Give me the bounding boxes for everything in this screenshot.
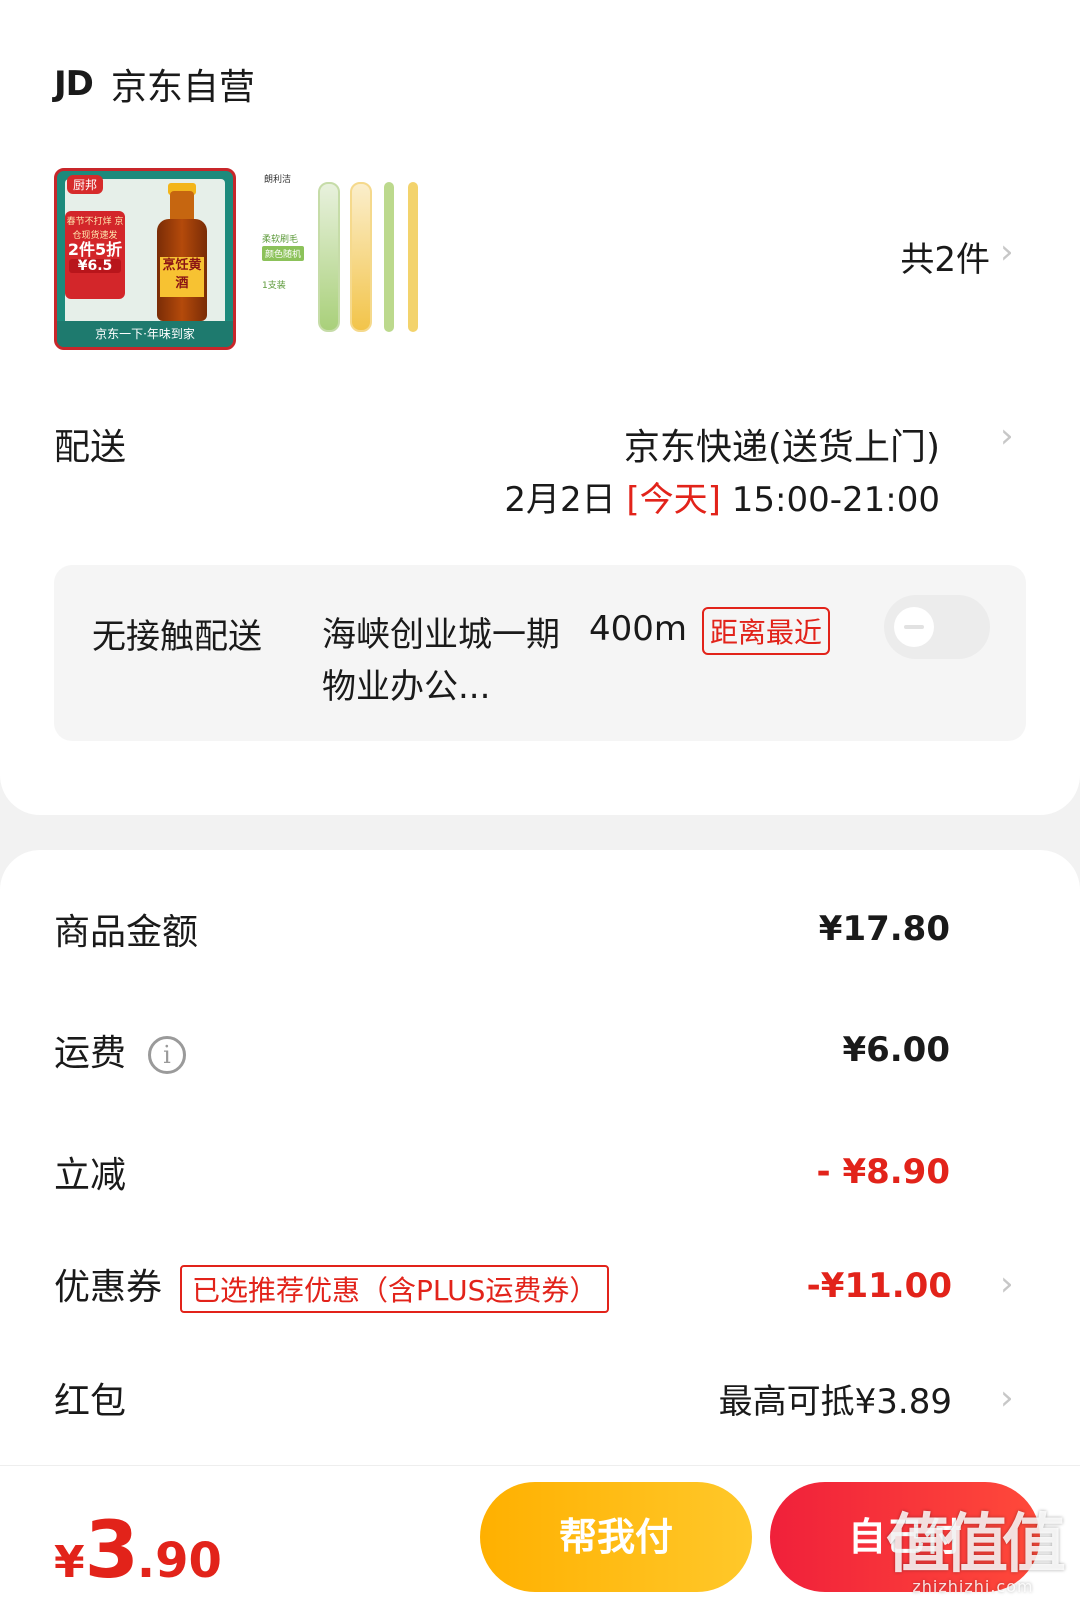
instant-discount-row: 立减 - ¥8.90 [54, 1146, 950, 1198]
product-thumbnail-toothbrush[interactable]: 朗利洁 柔软刷毛 颜色随机 1支装 [262, 168, 444, 350]
info-icon[interactable]: i [148, 1036, 187, 1074]
chevron-right-icon[interactable]: › [1000, 232, 1014, 272]
delivery-label: 配送 [54, 427, 127, 468]
delivery-date: 2月2日 [504, 480, 616, 520]
toothbrush-yellow [408, 182, 418, 332]
bottle-label: 烹饪黄酒 [160, 257, 204, 297]
total-currency: ¥ [54, 1537, 85, 1588]
promo-tag: 春节不打烊 京仓现货速发 2件5折 ¥6.5 [65, 211, 125, 299]
toothbrush-green [384, 182, 394, 332]
nearest-badge: 距离最近 [702, 607, 831, 655]
coupon-label-group: 优惠券 已选推荐优惠（含PLUS运费券） [54, 1258, 610, 1313]
toothbrush-feature: 柔软刷毛 [262, 235, 299, 245]
toothbrush-count: 1支装 [262, 281, 286, 291]
chevron-right-icon[interactable]: › [1000, 1378, 1014, 1418]
product-thumbnail-wine[interactable]: 厨邦 春节不打烊 京仓现货速发 2件5折 ¥6.5 烹饪黄酒 京东一下·年味到家 [54, 168, 236, 350]
toothbrush-brand: 朗利洁 [264, 175, 292, 185]
toothbrush-color-note: 颜色随机 [262, 246, 305, 261]
item-count[interactable]: 共2件 [900, 232, 990, 281]
store-name: 京东自营 [110, 67, 255, 108]
delivery-time[interactable]: 2月2日 [今天] 15:00-21:00 [504, 472, 940, 521]
pickup-distance: 400m [589, 609, 688, 649]
contactless-toggle[interactable] [884, 595, 990, 659]
contactless-label: 无接触配送 [92, 617, 262, 657]
total-integer: 3 [84, 1506, 139, 1596]
site-watermark: 值值值 zhizhizhi.com [886, 1508, 1066, 1596]
order-store-card: JD 京东自营 厨邦 春节不打烊 京仓现货速发 2件5折 ¥6.5 烹饪黄酒 京… [0, 0, 1080, 815]
toothbrush-pack-yellow [350, 182, 372, 332]
shipping-label: 运费 [54, 1033, 127, 1074]
shipping-value: ¥6.00 [842, 1030, 950, 1070]
total-price: ¥3.90 [54, 1506, 222, 1596]
contactless-delivery-panel: 无接触配送 海峡创业城一期物业办公... 400m 距离最近 [54, 565, 1026, 741]
goods-amount-label: 商品金额 [54, 912, 199, 953]
delivery-method[interactable]: 京东快递(送货上门) [624, 418, 940, 470]
coupon-selected-tag: 已选推荐优惠（含PLUS运费券） [180, 1265, 610, 1313]
red-packet-row[interactable]: 红包 最高可抵¥3.89 [54, 1372, 952, 1424]
toggle-knob [894, 607, 934, 647]
help-me-pay-button[interactable]: 帮我付 [480, 1482, 752, 1592]
coupon-value: -¥11.00 [806, 1265, 952, 1306]
promo-big: 2件5折 [67, 240, 123, 259]
instant-discount-label: 立减 [54, 1155, 127, 1196]
delivery-today-tag: [今天] [626, 480, 721, 520]
instant-discount-value: - ¥8.90 [816, 1152, 951, 1192]
brand-badge: 厨邦 [67, 175, 104, 194]
chevron-right-icon[interactable]: › [1000, 1264, 1014, 1304]
goods-amount-value: ¥17.80 [818, 909, 950, 949]
shipping-row: 运费 i ¥6.00 [54, 1024, 950, 1076]
promo-line: 春节不打烊 京仓现货速发 [66, 217, 124, 241]
red-packet-label: 红包 [54, 1381, 127, 1422]
pickup-location[interactable]: 海峡创业城一期物业办公... [322, 609, 562, 713]
checkout-bar: ¥3.90 帮我付 自己付 值值值 zhizhizhi.com [0, 1465, 1080, 1612]
goods-amount-row: 商品金额 ¥17.80 [54, 903, 950, 955]
delivery-time-window: 15:00-21:00 [731, 480, 940, 520]
shipping-label-group: 运费 i [54, 1024, 187, 1076]
promo-price: ¥6.5 [69, 259, 121, 273]
product-footer-banner: 京东一下·年味到家 [57, 321, 233, 347]
toothbrush-pack-green [318, 182, 340, 332]
watermark-logo: 值值值 [886, 1508, 1066, 1582]
chevron-right-icon[interactable]: › [1000, 416, 1014, 456]
total-decimal: .90 [136, 1533, 222, 1589]
jd-logo: JD [54, 64, 94, 104]
watermark-text: zhizhizhi.com [912, 1577, 1034, 1596]
red-packet-value: 最高可抵¥3.89 [718, 1381, 952, 1422]
coupon-row[interactable]: 优惠券 已选推荐优惠（含PLUS运费券） -¥11.00 [54, 1258, 952, 1313]
coupon-label: 优惠券 [54, 1267, 163, 1308]
store-header: JD 京东自营 [54, 58, 255, 110]
